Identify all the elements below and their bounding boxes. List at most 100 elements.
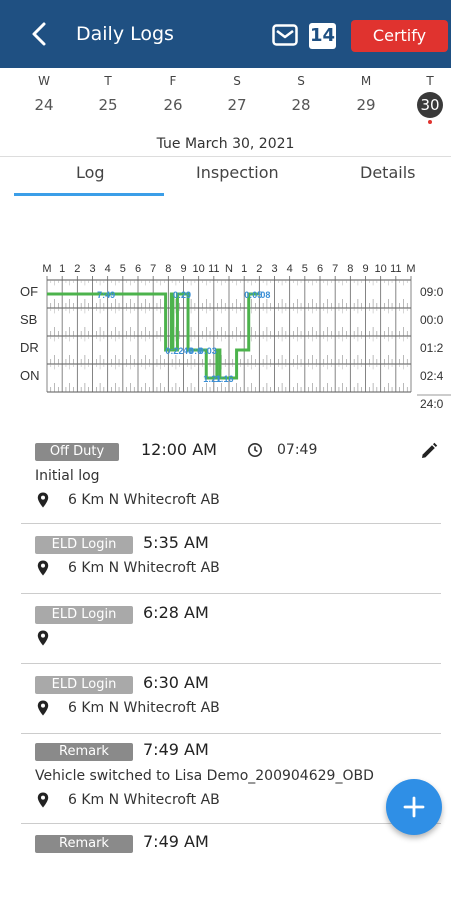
today-dot	[428, 120, 432, 124]
hour-tick-label: 9	[362, 263, 368, 275]
event-location: 6 Km N Whitecroft AB	[68, 560, 220, 576]
day-item[interactable]: F 26	[153, 68, 193, 118]
hour-tick-label: M	[42, 263, 51, 275]
event-time: 7:49 AM	[143, 832, 209, 851]
clock-icon	[248, 443, 262, 457]
event-location: 6 Km N Whitecroft AB	[68, 700, 220, 716]
day-number: 25	[98, 96, 118, 114]
hour-tick-label: 5	[120, 263, 126, 275]
event-time: 6:28 AM	[143, 603, 209, 622]
event-row[interactable]: ELD Login 6:28 AM	[21, 603, 441, 664]
status-badge: ELD Login	[35, 536, 133, 554]
hour-tick-label: 8	[347, 263, 353, 275]
active-tab-indicator	[14, 193, 164, 196]
event-note: Vehicle switched to Lisa Demo_200904629_…	[35, 768, 374, 784]
status-badge: Remark	[35, 835, 133, 853]
day-item[interactable]: S 27	[217, 68, 257, 118]
location-pin-icon	[37, 560, 49, 576]
row-label-of: OF	[20, 284, 38, 299]
status-badge: Off Duty	[35, 443, 119, 461]
event-row[interactable]: Remark 7:49 AM	[21, 832, 441, 865]
hour-tick-label: 6	[317, 263, 323, 275]
back-arrow-icon[interactable]	[26, 20, 54, 48]
hour-tick-label: M	[406, 263, 415, 275]
day-letter: F	[169, 74, 177, 88]
day-number: 26	[163, 96, 183, 114]
duration-label: 0:29	[173, 290, 191, 300]
location-pin-icon	[37, 492, 49, 508]
event-row[interactable]: ELD Login 6:30 AM 6 Km N Whitecroft AB	[21, 673, 441, 734]
day-letter: T	[104, 74, 112, 88]
mail-icon[interactable]	[272, 24, 298, 46]
event-duration: 07:49	[277, 442, 318, 458]
hour-tick-label: 4	[105, 263, 111, 275]
day-number: 29	[356, 96, 376, 114]
location-pin-icon	[37, 700, 49, 716]
day-letter: S	[233, 74, 241, 88]
row-label-on: ON	[20, 368, 40, 383]
duty-status-graph: M 1 2 3 4 5 6 7 8 9 10 11 N 1 2 3 4 5 6 7 8 9 10 11 MOFSBDRON09:…	[20, 263, 451, 411]
duration-label: 08	[260, 290, 270, 300]
row-total: 00:0	[420, 313, 444, 327]
event-location: 6 Km N Whitecroft AB	[68, 792, 220, 808]
hour-tick-label: 3	[89, 263, 95, 275]
event-row[interactable]: ELD Login 5:35 AM 6 Km N Whitecroft AB	[21, 533, 441, 594]
event-row[interactable]: Remark 7:49 AM Vehicle switched to Lisa …	[21, 740, 441, 824]
day-item-selected[interactable]: T 30	[410, 68, 450, 124]
event-note: Initial log	[35, 468, 100, 484]
add-event-button[interactable]	[386, 779, 442, 835]
day-number: 24	[34, 96, 54, 114]
tab-bar: Log Inspection Details	[0, 156, 451, 196]
hour-tick-label: 6	[135, 263, 141, 275]
day-number: 28	[291, 96, 311, 114]
row-label-dr: DR	[20, 340, 39, 355]
day-letter: W	[38, 74, 50, 88]
day-item[interactable]: S 28	[281, 68, 321, 118]
day-letter: M	[360, 74, 372, 88]
certify-button[interactable]: Certify	[351, 20, 448, 52]
hour-tick-label: 9	[180, 263, 186, 275]
hour-tick-label: 7	[332, 263, 338, 275]
hour-tick-label: 3	[271, 263, 277, 275]
week-strip: W 24 T 25 F 26 S 27 S 28 M 29 T 30	[0, 68, 451, 132]
event-location: 6 Km N Whitecroft AB	[68, 492, 220, 508]
event-time: 5:35 AM	[143, 533, 209, 552]
hour-tick-label: 8	[165, 263, 171, 275]
day-item[interactable]: M 29	[346, 68, 386, 118]
event-row[interactable]: Off Duty 12:00 AM 07:49 Initial log 6 Km…	[21, 440, 441, 524]
day-item[interactable]: T 25	[88, 68, 128, 118]
message-count-badge[interactable]: 14	[309, 23, 336, 49]
status-badge: Remark	[35, 743, 133, 761]
hour-tick-label: 7	[150, 263, 156, 275]
hour-tick-label: 11	[208, 263, 219, 275]
status-badge: ELD Login	[35, 676, 133, 694]
hour-tick-label: 4	[287, 263, 293, 275]
hour-tick-label: 1	[59, 263, 65, 275]
tab-details[interactable]: Details	[360, 163, 415, 182]
day-number: 27	[227, 96, 247, 114]
hour-tick-label: 1	[241, 263, 247, 275]
hour-tick-label: 11	[390, 263, 401, 275]
hour-tick-label: 10	[193, 263, 205, 275]
hour-tick-label: 2	[74, 263, 80, 275]
event-time: 7:49 AM	[143, 740, 209, 759]
row-total: 24:0	[420, 397, 444, 411]
plus-icon	[403, 796, 425, 818]
hour-tick-label: N	[225, 263, 233, 275]
edit-pencil-icon[interactable]	[419, 441, 439, 461]
status-badge: ELD Login	[35, 606, 133, 624]
tab-log[interactable]: Log	[76, 163, 105, 182]
tab-inspection[interactable]: Inspection	[196, 163, 279, 182]
hour-tick-label: 5	[302, 263, 308, 275]
row-label-sb: SB	[20, 312, 37, 327]
location-pin-icon	[37, 630, 49, 646]
duration-label: 0:03	[199, 346, 217, 356]
selected-date: Tue March 30, 2021	[156, 136, 295, 152]
duration-label: 7:49	[97, 290, 115, 300]
hour-tick-label: 10	[375, 263, 387, 275]
day-letter: T	[426, 74, 434, 88]
day-item[interactable]: W 24	[24, 68, 64, 118]
row-total: 02:4	[420, 369, 444, 383]
row-total: 09:0	[420, 285, 444, 299]
event-time: 12:00 AM	[141, 440, 217, 459]
